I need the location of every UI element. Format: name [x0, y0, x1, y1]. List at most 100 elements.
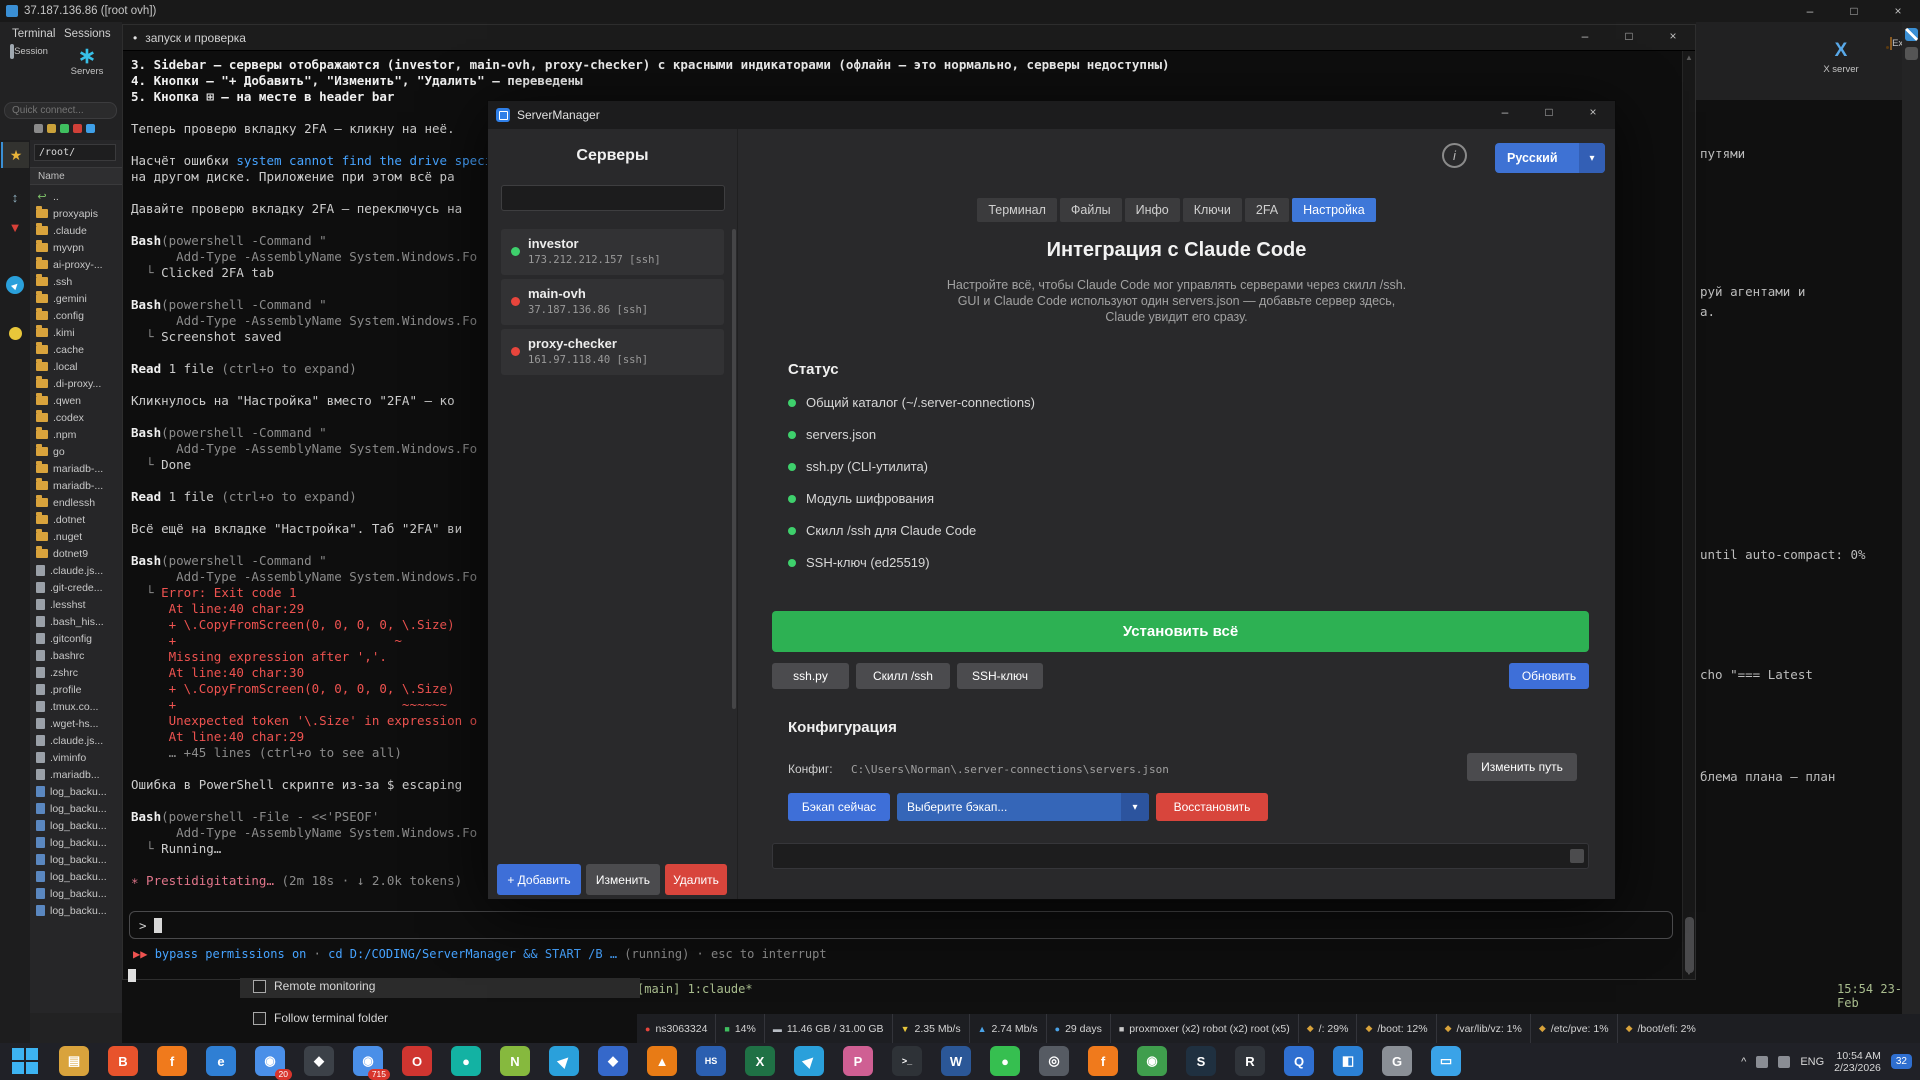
tool-icon[interactable]: [86, 124, 95, 133]
file-tree-item[interactable]: .profile: [30, 681, 122, 698]
file-tree-item[interactable]: .ssh: [30, 273, 122, 290]
file-tree-item[interactable]: .viminfo: [30, 749, 122, 766]
tab-Ключи[interactable]: Ключи: [1183, 198, 1242, 222]
file-tree-item[interactable]: .claude.js...: [30, 562, 122, 579]
tool-icon[interactable]: [34, 124, 43, 133]
follow-terminal-folder-checkbox[interactable]: [253, 1012, 266, 1025]
file-tree-item[interactable]: proxyapis: [30, 205, 122, 222]
log-scroll-thumb[interactable]: [1570, 849, 1584, 863]
rdp-maximize-button[interactable]: □: [1832, 0, 1876, 22]
taskbar-remote-desktop-icon[interactable]: ▭: [1431, 1046, 1461, 1076]
file-tree-item[interactable]: .zshrc: [30, 664, 122, 681]
taskbar-chrome-profile-2-icon[interactable]: ◉715: [353, 1046, 383, 1076]
tool-icon[interactable]: [73, 124, 82, 133]
file-tree-item[interactable]: log_backu...: [30, 868, 122, 885]
file-tree-item[interactable]: .gitconfig: [30, 630, 122, 647]
download-tab[interactable]: ▼: [1, 214, 29, 240]
skill-ssh-button[interactable]: Скилл /ssh: [856, 663, 950, 689]
ssh-key-button[interactable]: SSH-ключ: [957, 663, 1043, 689]
notification-count-badge[interactable]: 32: [1891, 1054, 1912, 1069]
scrollbar-thumb[interactable]: [1685, 917, 1694, 973]
taskbar-clock[interactable]: 10:54 AM 2/23/2026: [1834, 1050, 1881, 1074]
network-icon[interactable]: [1756, 1056, 1768, 1068]
tab-2FA[interactable]: 2FA: [1245, 198, 1289, 222]
taskbar-notepad-plus-icon[interactable]: N: [500, 1046, 530, 1076]
file-tree-header[interactable]: Name: [30, 167, 122, 185]
file-tree-item[interactable]: .lesshst: [30, 596, 122, 613]
taskbar-firefox-2-icon[interactable]: f: [1088, 1046, 1118, 1076]
delete-server-button[interactable]: Удалить: [665, 864, 727, 895]
transfer-tab[interactable]: ↕: [1, 184, 29, 210]
pencil-icon[interactable]: [1905, 28, 1918, 41]
menu-sessions[interactable]: Sessions: [64, 28, 111, 40]
file-tree-item[interactable]: log_backu...: [30, 800, 122, 817]
panel-icon[interactable]: [1905, 47, 1918, 60]
refresh-button[interactable]: Обновить: [1509, 663, 1589, 689]
file-tree-item[interactable]: myvpn: [30, 239, 122, 256]
rdp-minimize-button[interactable]: –: [1788, 0, 1832, 22]
taskbar-paint-app-icon[interactable]: P: [843, 1046, 873, 1076]
file-tree-item[interactable]: log_backu...: [30, 902, 122, 919]
language-select[interactable]: Русский ▾: [1495, 143, 1605, 173]
rdp-close-button[interactable]: ×: [1876, 0, 1920, 22]
file-tree-item[interactable]: ai-proxy-...: [30, 256, 122, 273]
edit-server-button[interactable]: Изменить: [586, 864, 660, 895]
taskbar-vscode-icon[interactable]: ◧: [1333, 1046, 1363, 1076]
tab-Терминал[interactable]: Терминал: [977, 198, 1057, 222]
terminal-titlebar[interactable]: • запуск и проверка – □ ×: [123, 25, 1695, 51]
terminal-scrollbar[interactable]: ▲ ▼: [1682, 51, 1695, 979]
telegram-shortcut[interactable]: ▶: [1, 272, 29, 298]
taskbar-chrome-profile-1-icon[interactable]: ◉20: [255, 1046, 285, 1076]
server-item[interactable]: proxy-checker161.97.118.40 [ssh]: [501, 329, 724, 375]
taskbar-steam-icon[interactable]: S: [1186, 1046, 1216, 1076]
taskbar-terminal-app-icon[interactable]: >_: [892, 1046, 922, 1076]
taskbar-firefox-browser-icon[interactable]: f: [157, 1046, 187, 1076]
tab-Инфо[interactable]: Инфо: [1125, 198, 1180, 222]
taskbar-telegram-2-icon[interactable]: ▶: [794, 1046, 824, 1076]
taskbar-brave-browser-icon[interactable]: B: [108, 1046, 138, 1076]
file-tree-item[interactable]: .mariadb...: [30, 766, 122, 783]
file-tree-item[interactable]: .tmux.co...: [30, 698, 122, 715]
taskbar-hs-app-icon[interactable]: HS: [696, 1046, 726, 1076]
file-tree-item[interactable]: .local: [30, 358, 122, 375]
menu-terminal[interactable]: Terminal: [12, 28, 55, 40]
tray-expand-icon[interactable]: ^: [1741, 1056, 1746, 1068]
file-tree-item[interactable]: endlessh: [30, 494, 122, 511]
log-output-box[interactable]: [772, 843, 1589, 869]
file-tree-item[interactable]: .kimi: [30, 324, 122, 341]
servers-button[interactable]: ∗ Servers: [60, 46, 114, 77]
scroll-up-icon[interactable]: ▲: [1683, 53, 1695, 62]
file-tree-item[interactable]: .git-crede...: [30, 579, 122, 596]
backup-select[interactable]: Выберите бэкап... ▾: [897, 793, 1149, 821]
taskbar-quick-look-icon[interactable]: Q: [1284, 1046, 1314, 1076]
file-tree-item[interactable]: .bash_his...: [30, 613, 122, 630]
file-tree-item[interactable]: log_backu...: [30, 885, 122, 902]
tool-icon[interactable]: [47, 124, 56, 133]
install-all-button[interactable]: Установить всё: [772, 611, 1589, 652]
file-tree-item[interactable]: .claude: [30, 222, 122, 239]
file-tree-item[interactable]: log_backu...: [30, 817, 122, 834]
info-icon[interactable]: i: [1442, 143, 1467, 168]
server-item[interactable]: investor173.212.212.157 [ssh]: [501, 229, 724, 275]
quick-connect-input[interactable]: [4, 102, 117, 119]
file-tree-item[interactable]: .claude.js...: [30, 732, 122, 749]
taskbar-file-explorer-icon[interactable]: ▤: [59, 1046, 89, 1076]
file-tree-item[interactable]: .codex: [30, 409, 122, 426]
file-tree-item[interactable]: .cache: [30, 341, 122, 358]
file-tree-item[interactable]: mariadb-...: [30, 477, 122, 494]
file-tree-item[interactable]: dotnet9: [30, 545, 122, 562]
taskbar-teal-messenger-icon[interactable]: ●: [451, 1046, 481, 1076]
taskbar-rider-ide-icon[interactable]: R: [1235, 1046, 1265, 1076]
tool-icon[interactable]: [60, 124, 69, 133]
session-button[interactable]: Session: [2, 46, 56, 57]
add-server-button[interactable]: + Добавить: [497, 864, 581, 895]
terminal-input[interactable]: >: [129, 911, 1673, 939]
favorites-tab[interactable]: ★: [1, 142, 29, 168]
file-tree-item[interactable]: log_backu...: [30, 783, 122, 800]
sidebar-scrollbar[interactable]: [732, 229, 736, 709]
sm-close-button[interactable]: ×: [1571, 101, 1615, 129]
taskbar-opera-browser-icon[interactable]: O: [402, 1046, 432, 1076]
file-tree-item[interactable]: .config: [30, 307, 122, 324]
tab-Файлы[interactable]: Файлы: [1060, 198, 1122, 222]
volume-icon[interactable]: [1778, 1056, 1790, 1068]
